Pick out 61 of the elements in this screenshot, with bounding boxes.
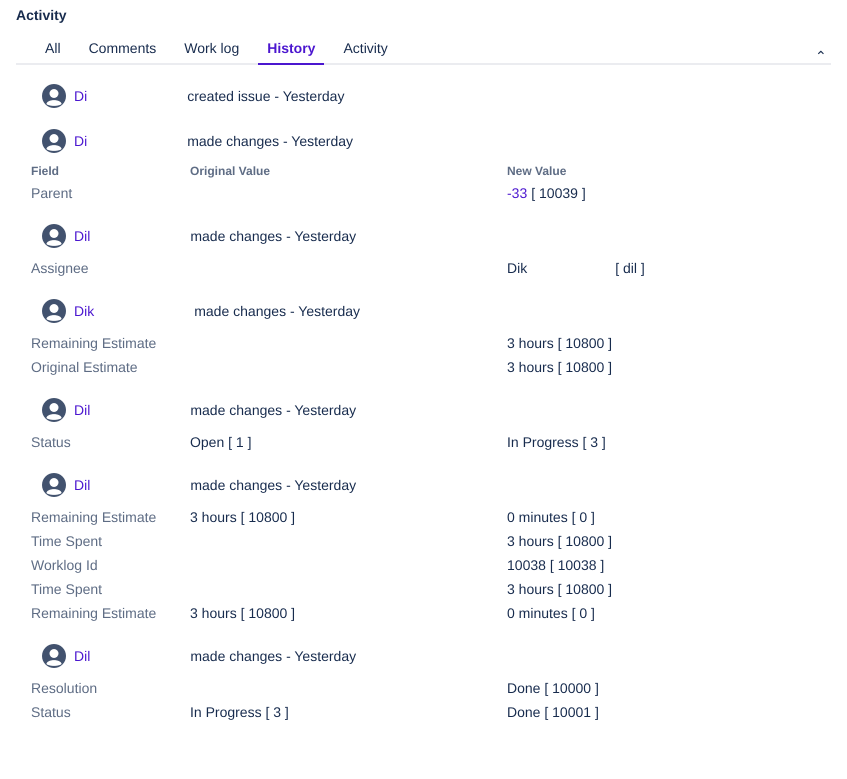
new-value: 3 hours [ 10800 ] [507, 359, 612, 375]
author-link[interactable]: Dil [74, 228, 90, 244]
avatar-icon [42, 84, 66, 108]
field-name: Remaining Estimate [31, 509, 158, 525]
author-link[interactable]: Dik [74, 303, 94, 319]
new-value: Done [ 10001 ] [507, 704, 599, 720]
author-link[interactable]: Di [74, 133, 88, 149]
new-value: In Progress [ 3 ] [507, 434, 606, 450]
original-value: In Progress [ 3 ] [190, 704, 289, 720]
activity-text: made changes - Yesterday [194, 303, 360, 319]
original-value: 3 hours [ 10800 ] [190, 605, 296, 621]
avatar-icon [42, 129, 66, 153]
collapse-button[interactable]: ⌃ [815, 51, 831, 61]
original-value: 3 hours [ 10800 ] [190, 509, 296, 525]
field-name: Status [31, 704, 72, 720]
author-link[interactable]: Di [74, 88, 88, 104]
new-value: 3 hours [ 10800 ] [507, 533, 612, 549]
author-link[interactable]: Dil [74, 402, 90, 418]
column-header: Original Value [190, 164, 272, 178]
field-name: Time Spent [31, 581, 104, 597]
new-value: 0 minutes [ 0 ] [507, 605, 595, 621]
new-value: [ dil ] [615, 260, 645, 276]
avatar-icon [42, 473, 66, 497]
field-name: Original Estimate [31, 359, 139, 375]
author-link[interactable]: Dil [74, 648, 90, 664]
avatar-icon [42, 644, 66, 668]
activity-text: made changes - Yesterday [190, 648, 356, 664]
new-value: 3 hours [ 10800 ] [507, 581, 612, 597]
issue-link[interactable]: -33 [507, 185, 528, 201]
new-value: [ 10039 ] [531, 185, 586, 201]
new-value: Done [ 10000 ] [507, 680, 599, 696]
field-name: Status [31, 434, 72, 450]
avatar-icon [42, 398, 66, 422]
field-name: Remaining Estimate [31, 605, 158, 621]
field-name: Assignee [31, 260, 90, 276]
field-name: Parent [31, 185, 74, 201]
tab[interactable]: History [258, 40, 324, 65]
field-name: Resolution [31, 680, 98, 696]
column-header: Field [31, 164, 60, 178]
tab[interactable]: Comments [80, 40, 166, 65]
section-title: Activity [16, 7, 68, 25]
original-value: Open [ 1 ] [190, 434, 252, 450]
author-link[interactable]: Dil [74, 477, 90, 493]
avatar-icon [42, 299, 66, 323]
column-header: New Value [507, 164, 566, 178]
new-value: 10038 [ 10038 ] [507, 557, 604, 573]
activity-text: made changes - Yesterday [190, 228, 356, 244]
tab[interactable]: Activity [334, 40, 397, 65]
new-value: Dik [507, 260, 528, 276]
new-value: 3 hours [ 10800 ] [507, 335, 612, 351]
activity-text: created issue - Yesterday [187, 88, 344, 104]
new-value: 0 minutes [ 0 ] [507, 509, 595, 525]
field-name: Time Spent [31, 533, 104, 549]
avatar-icon [42, 224, 66, 248]
field-name: Worklog Id [31, 557, 99, 573]
activity-text: made changes - Yesterday [187, 133, 354, 149]
field-name: Remaining Estimate [31, 335, 158, 351]
tab[interactable]: All [36, 40, 70, 65]
tab[interactable]: Work log [175, 40, 248, 65]
activity-text: made changes - Yesterday [190, 402, 356, 418]
activity-text: made changes - Yesterday [190, 477, 356, 493]
